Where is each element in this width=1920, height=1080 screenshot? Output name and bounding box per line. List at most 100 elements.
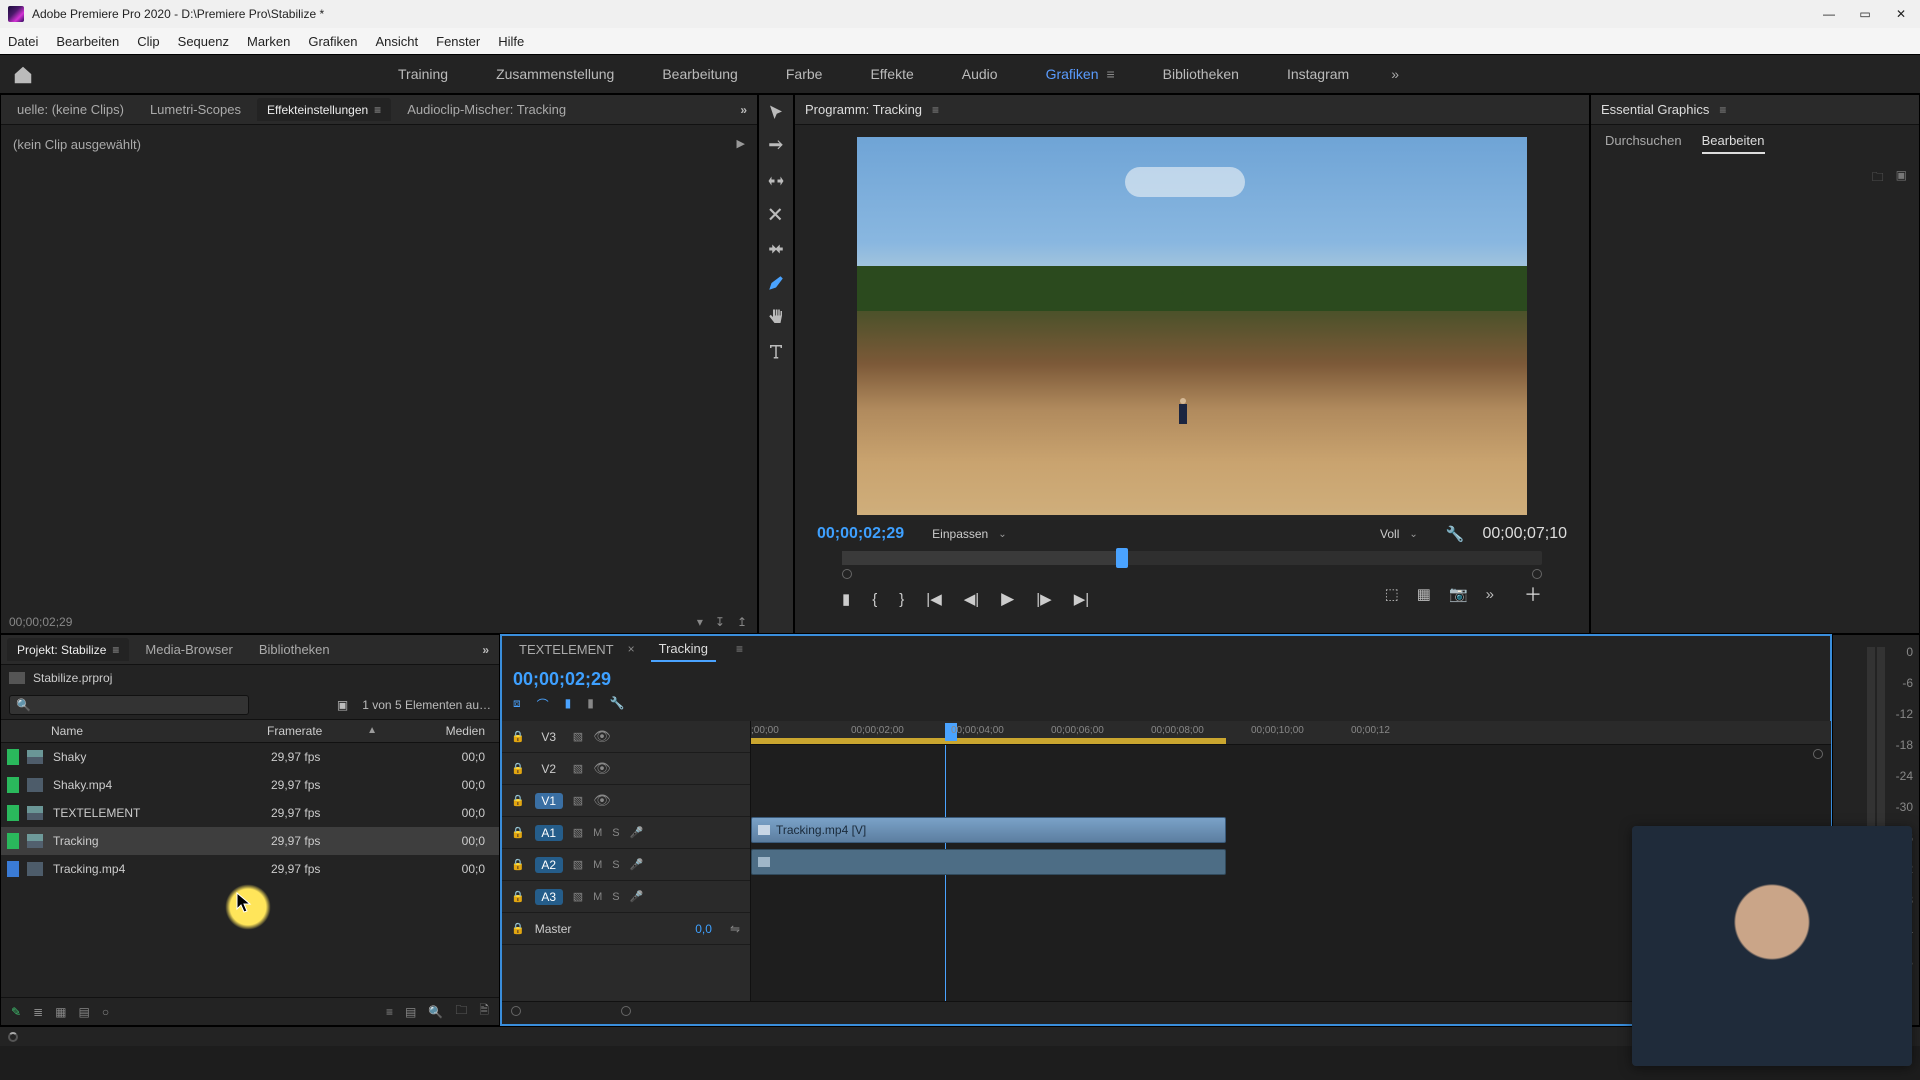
- eg-panel-menu-icon[interactable]: ≡: [1719, 103, 1726, 117]
- export-frame-button[interactable]: 📷: [1449, 585, 1468, 603]
- track-header-v2[interactable]: 🔒V2▧👁: [501, 753, 750, 785]
- track-header-v1[interactable]: 🔒V1▧👁: [501, 785, 750, 817]
- tab-source[interactable]: uelle: (keine Clips): [7, 98, 134, 121]
- btn-overflow[interactable]: »: [1486, 586, 1494, 603]
- tool-hand[interactable]: [766, 307, 786, 327]
- ws-zusammenstellung[interactable]: Zusammenstellung: [472, 55, 638, 93]
- fx-icon[interactable]: ▧: [573, 730, 583, 743]
- list-view-icon[interactable]: ≣: [33, 1005, 43, 1019]
- tab-lumetri-scopes[interactable]: Lumetri-Scopes: [140, 98, 251, 121]
- ws-bearbeitung[interactable]: Bearbeitung: [638, 55, 762, 93]
- mark-in-button[interactable]: {: [872, 591, 877, 608]
- solo-button[interactable]: S: [612, 859, 619, 871]
- eg-new-layer-icon[interactable]: ▣: [1896, 168, 1907, 189]
- mute-button[interactable]: M: [593, 827, 602, 839]
- ws-grafiken[interactable]: Grafiken: [1022, 55, 1139, 93]
- zoom-handle-right[interactable]: [621, 1006, 631, 1016]
- tl-snap-icon[interactable]: ⧈: [513, 696, 521, 713]
- quality-dropdown[interactable]: Voll⌄: [1370, 525, 1428, 543]
- automate-icon[interactable]: ▤: [405, 1005, 416, 1019]
- panel-menu-icon[interactable]: ≡: [374, 103, 381, 117]
- menu-grafiken[interactable]: Grafiken: [308, 34, 357, 49]
- tab-effekteinstellungen[interactable]: Effekteinstellungen≡: [257, 98, 391, 121]
- track-header-a2[interactable]: 🔒A2▧MS🎤: [501, 849, 750, 881]
- fx-icon[interactable]: ▧: [573, 858, 583, 871]
- label-chip[interactable]: [7, 833, 19, 849]
- tl-marker-icon[interactable]: ▮: [565, 696, 572, 713]
- work-area-bar[interactable]: [751, 738, 1226, 744]
- mute-button[interactable]: M: [593, 859, 602, 871]
- track-header-a3[interactable]: 🔒A3▧MS🎤: [501, 881, 750, 913]
- ws-farbe[interactable]: Farbe: [762, 55, 847, 93]
- ws-instagram[interactable]: Instagram: [1263, 55, 1373, 93]
- tool-razor[interactable]: [766, 205, 786, 225]
- tl-marker2-icon[interactable]: ▮: [587, 696, 594, 713]
- ws-bibliotheken[interactable]: Bibliotheken: [1139, 55, 1263, 93]
- tab-media-browser[interactable]: Media-Browser: [135, 638, 242, 661]
- program-timecode-current[interactable]: 00;00;02;29: [817, 525, 904, 543]
- project-row[interactable]: TEXTELEMENT29,97 fps00;0: [1, 799, 499, 827]
- label-chip[interactable]: [7, 777, 19, 793]
- tl-tab-tracking[interactable]: Tracking: [651, 637, 716, 662]
- eye-icon[interactable]: 👁: [593, 760, 611, 777]
- step-forward-button[interactable]: |▶: [1036, 590, 1051, 608]
- tl-linked-sel-icon[interactable]: ⌒: [537, 696, 549, 713]
- lock-icon[interactable]: 🔒: [511, 826, 525, 839]
- lock-icon[interactable]: 🔒: [511, 890, 525, 903]
- eg-tab-bearbeiten[interactable]: Bearbeiten: [1702, 133, 1765, 154]
- insert-icon[interactable]: ↧: [715, 615, 725, 629]
- new-bin-icon[interactable]: 🗀: [455, 1001, 467, 1022]
- mark-out-button[interactable]: }: [899, 591, 904, 608]
- tl-tab-textelement[interactable]: TEXTELEMENT: [511, 638, 622, 661]
- goto-out-button[interactable]: ▶|: [1074, 590, 1089, 608]
- label-chip[interactable]: [7, 749, 19, 765]
- tab-projekt[interactable]: Projekt: Stabilize≡: [7, 638, 129, 661]
- eye-icon[interactable]: 👁: [593, 728, 611, 745]
- panel-menu-icon[interactable]: ≡: [112, 643, 119, 657]
- tl-wrench-icon[interactable]: 🔧: [610, 696, 625, 713]
- menu-ansicht[interactable]: Ansicht: [375, 34, 418, 49]
- eye-icon[interactable]: 👁: [593, 792, 611, 809]
- mic-icon[interactable]: 🎤: [630, 890, 644, 903]
- fx-icon[interactable]: ▧: [573, 794, 583, 807]
- label-chip[interactable]: [7, 805, 19, 821]
- new-item-icon[interactable]: 🗎: [479, 1001, 489, 1022]
- track-header-a1[interactable]: 🔒A1▧MS🎤: [501, 817, 750, 849]
- program-panel-menu-icon[interactable]: ≡: [932, 103, 939, 117]
- tl-tab-close[interactable]: ×: [628, 642, 635, 656]
- tl-panel-menu-icon[interactable]: ≡: [736, 642, 743, 656]
- tab-audioclip-mischer[interactable]: Audioclip-Mischer: Tracking: [397, 98, 576, 121]
- filter-bin-icon[interactable]: ▣: [337, 698, 348, 712]
- ws-effekte[interactable]: Effekte: [846, 55, 937, 93]
- timeline-timecode[interactable]: 00;00;02;29: [513, 669, 611, 690]
- tool-pen[interactable]: [766, 273, 786, 293]
- overwrite-icon[interactable]: ↥: [737, 615, 747, 629]
- label-chip[interactable]: [7, 861, 19, 877]
- menu-clip[interactable]: Clip: [137, 34, 159, 49]
- menu-marken[interactable]: Marken: [247, 34, 290, 49]
- tool-ripple[interactable]: [766, 171, 786, 191]
- balance-icon[interactable]: ⇋: [730, 922, 740, 936]
- col-media[interactable]: Medien: [387, 724, 493, 738]
- track-header-v3[interactable]: 🔒V3▧👁: [501, 721, 750, 753]
- proj-pen-icon[interactable]: ✎: [11, 1005, 21, 1019]
- lock-icon[interactable]: 🔒: [511, 794, 525, 807]
- tabs-overflow-button[interactable]: »: [736, 103, 751, 117]
- mic-icon[interactable]: 🎤: [630, 858, 644, 871]
- add-button[interactable]: ＋: [1524, 581, 1542, 607]
- menu-bearbeiten[interactable]: Bearbeiten: [56, 34, 119, 49]
- project-search-input[interactable]: 🔍: [9, 695, 249, 715]
- tool-type[interactable]: [766, 341, 786, 361]
- collapse-arrow-icon[interactable]: ▶: [737, 137, 745, 150]
- fx-icon[interactable]: ▧: [573, 890, 583, 903]
- add-marker-button[interactable]: ▮: [842, 590, 850, 608]
- program-playhead[interactable]: [1116, 548, 1128, 568]
- ws-audio[interactable]: Audio: [938, 55, 1022, 93]
- project-row[interactable]: Tracking29,97 fps00;0: [1, 827, 499, 855]
- tool-selection[interactable]: [766, 103, 786, 123]
- maximize-button[interactable]: ▭: [1858, 7, 1872, 21]
- workspace-overflow-button[interactable]: »: [1391, 66, 1399, 82]
- filter-icon[interactable]: ▾: [697, 615, 703, 629]
- menu-datei[interactable]: Datei: [8, 34, 38, 49]
- icon-view-icon[interactable]: ▦: [55, 1005, 66, 1019]
